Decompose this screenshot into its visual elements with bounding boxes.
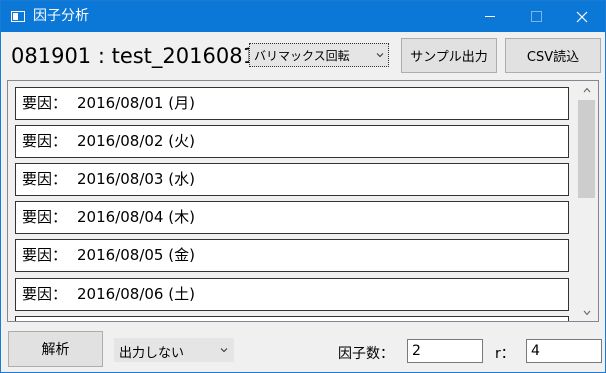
factor-date: 2016/08/03 (水) <box>77 170 195 188</box>
csv-load-button[interactable]: CSV読込 <box>505 38 601 73</box>
factor-row[interactable]: 要因： 2016/08/01 (月) <box>15 87 569 120</box>
window-title: 因子分析 <box>33 8 89 24</box>
app-icon <box>11 11 25 22</box>
factor-row[interactable]: 要因： 2016/08/03 (水) <box>15 163 569 196</box>
scroll-down-button[interactable] <box>575 304 598 321</box>
factor-label: 要因： <box>22 246 68 264</box>
factor-count-input[interactable]: 2 <box>407 339 483 363</box>
r-input[interactable]: 4 <box>526 339 602 363</box>
dataset-title: 081901 : test_20160819 <box>11 44 249 68</box>
chevron-down-icon <box>376 53 384 58</box>
scroll-up-icon <box>583 87 590 92</box>
factor-label: 要因： <box>22 285 68 303</box>
factor-label: 要因： <box>22 94 68 112</box>
factor-date: 2016/08/02 (火) <box>77 132 195 150</box>
factor-label: 要因： <box>22 132 68 150</box>
title-bar[interactable]: 因子分析 <box>1 1 605 32</box>
maximize-button[interactable] <box>513 1 559 32</box>
output-option-value: 出力しない <box>119 346 185 361</box>
factor-row[interactable]: 要因： 2016/08/04 (木) <box>15 201 569 234</box>
factor-count-label: 因子数： <box>338 346 394 362</box>
analyze-button[interactable]: 解析 <box>8 331 103 367</box>
factor-date: 2016/08/01 (月) <box>77 94 195 112</box>
factor-row-partial[interactable] <box>15 316 569 321</box>
factor-date: 2016/08/06 (土) <box>77 285 195 303</box>
scroll-down-icon <box>583 310 590 315</box>
vertical-scrollbar[interactable] <box>575 81 598 321</box>
factor-row[interactable]: 要因： 2016/08/02 (火) <box>15 125 569 158</box>
factor-row[interactable]: 要因： 2016/08/05 (金) <box>15 239 569 272</box>
close-icon <box>576 11 588 22</box>
close-button[interactable] <box>559 1 605 32</box>
output-option-select[interactable]: 出力しない <box>114 338 234 362</box>
r-label: r： <box>495 346 515 362</box>
sample-output-button[interactable]: サンプル出力 <box>401 38 497 73</box>
minimize-button[interactable] <box>467 1 513 32</box>
rotation-method-select[interactable]: バリマックス回転 <box>249 43 389 67</box>
factor-list[interactable]: 要因： 2016/08/01 (月) 要因： 2016/08/02 (火) 要因： 2… <box>7 80 599 322</box>
factor-date: 2016/08/04 (木) <box>77 208 195 226</box>
scroll-up-button[interactable] <box>575 81 598 98</box>
factor-date: 2016/08/05 (金) <box>77 246 195 264</box>
factor-label: 要因： <box>22 208 68 226</box>
chevron-down-icon <box>220 348 228 353</box>
factor-analysis-window: 因子分析 081901 : test_20160819 バリマックス回転 サンプ… <box>0 0 606 373</box>
factor-label: 要因： <box>22 170 68 188</box>
factor-row[interactable]: 要因： 2016/08/06 (土) <box>15 278 569 311</box>
rotation-method-value: バリマックス回転 <box>254 49 350 63</box>
scroll-thumb[interactable] <box>578 100 595 198</box>
